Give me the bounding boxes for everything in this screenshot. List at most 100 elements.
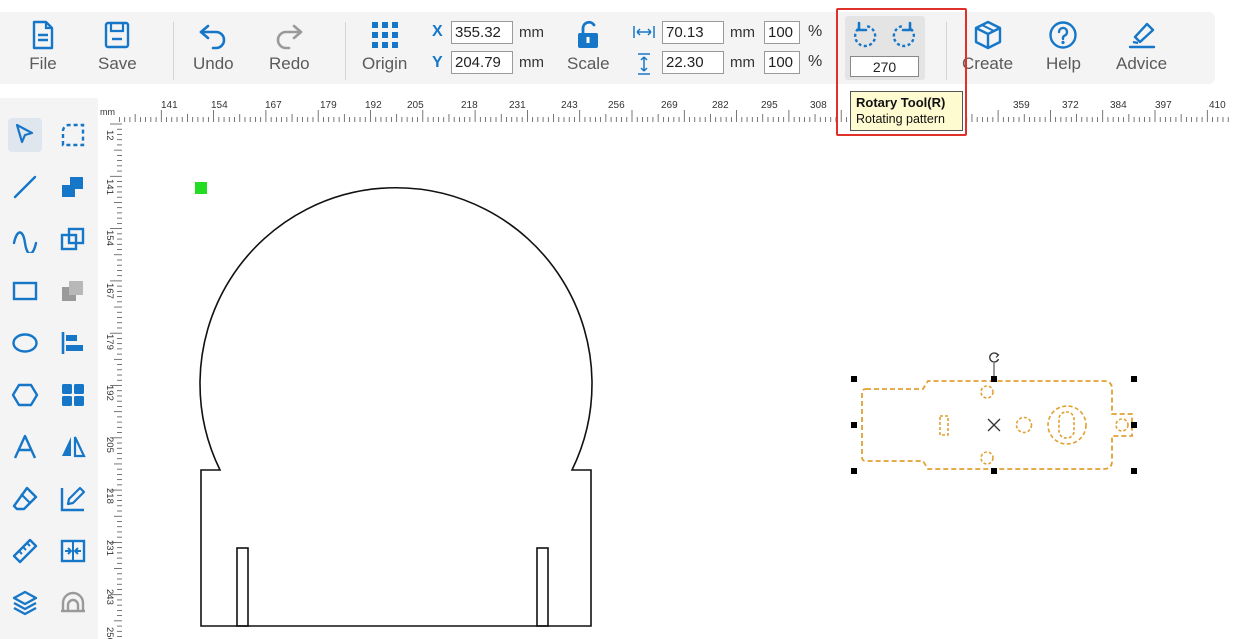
ruler-tick-label: 269 xyxy=(661,100,678,111)
width-percent-input[interactable] xyxy=(764,21,800,44)
origin-button[interactable]: Origin xyxy=(362,20,407,74)
dome-outline-shape[interactable] xyxy=(199,187,593,627)
origin-marker[interactable] xyxy=(195,182,207,194)
main-toolbar: File Save Undo Redo Origin X mm Y mm Sca… xyxy=(0,12,1215,84)
grid-array-icon xyxy=(62,384,84,406)
undo-button[interactable]: Undo xyxy=(193,20,234,74)
save-icon xyxy=(105,21,130,49)
redo-icon xyxy=(277,24,303,50)
measure-edit-tool[interactable] xyxy=(56,482,90,516)
redo-button[interactable]: Redo xyxy=(269,20,310,74)
y-unit-label: mm xyxy=(519,54,544,71)
ruler-tick-label: 154 xyxy=(104,230,115,246)
copy-tool[interactable] xyxy=(56,222,90,256)
width-input[interactable] xyxy=(662,21,724,44)
x-position-input[interactable] xyxy=(451,21,513,44)
ruler-tick-label: 397 xyxy=(1155,100,1172,111)
ruler-tick-label: 231 xyxy=(104,540,115,556)
ruler-tool[interactable] xyxy=(8,534,42,568)
ruler-tick-label: 154 xyxy=(211,100,228,111)
toolbar-divider xyxy=(173,22,174,80)
undo-label: Undo xyxy=(193,54,234,73)
mirror-triangles-icon xyxy=(62,436,86,458)
ruler-tick-label: 192 xyxy=(365,100,382,111)
ruler-tick-label: 372 xyxy=(1062,100,1079,111)
origin-label: Origin xyxy=(362,54,408,73)
subtract-squares-icon xyxy=(62,281,83,301)
origin-grid-icon xyxy=(371,22,398,48)
tool-palette xyxy=(0,98,98,639)
ellipse-icon xyxy=(12,333,38,353)
left-slot-shape[interactable] xyxy=(236,547,249,627)
x-unit-label: mm xyxy=(519,24,544,41)
scale-label: Scale xyxy=(567,54,610,73)
boolean-subtract-tool[interactable] xyxy=(56,274,90,308)
y-position-input[interactable] xyxy=(451,51,513,74)
file-button[interactable]: File xyxy=(28,20,58,74)
help-icon xyxy=(1049,21,1078,49)
file-icon xyxy=(32,20,54,50)
select-tool[interactable] xyxy=(8,118,42,152)
ruler-tick-label: 205 xyxy=(104,437,115,453)
height-percent-input[interactable] xyxy=(764,51,800,74)
node-edit-tool[interactable] xyxy=(56,118,90,152)
ruler-tick-label: 12 xyxy=(104,130,115,141)
polygon-tool[interactable] xyxy=(8,378,42,412)
ruler-tick-label: 167 xyxy=(265,100,282,111)
ruler-tick-label: 179 xyxy=(320,100,337,111)
hexagon-icon xyxy=(11,383,39,407)
ruler-tick-label: 410 xyxy=(1209,100,1226,111)
rotary-tool-tooltip: Rotary Tool(R) Rotating pattern xyxy=(850,91,963,131)
drawing-canvas[interactable] xyxy=(122,122,1240,639)
save-button[interactable]: Save xyxy=(98,20,137,74)
ruler-tick-label: 192 xyxy=(104,385,115,401)
ruler-tick-label: 308 xyxy=(810,100,827,111)
create-button[interactable]: Create xyxy=(962,20,1013,74)
scale-lock-button[interactable]: Scale xyxy=(567,20,610,74)
rotate-counterclockwise-icon[interactable] xyxy=(850,21,880,51)
text-tool[interactable] xyxy=(8,430,42,464)
advice-button[interactable]: Advice xyxy=(1116,20,1167,74)
pointer-arrow-icon xyxy=(15,123,34,144)
align-tool[interactable] xyxy=(56,326,90,360)
rotary-tool-panel xyxy=(845,16,925,80)
distribute-tool[interactable] xyxy=(56,534,90,568)
shape-library-tool[interactable] xyxy=(56,586,90,620)
save-label: Save xyxy=(98,54,137,73)
selected-board-shape[interactable] xyxy=(861,380,1133,470)
ellipse-tool[interactable] xyxy=(8,326,42,360)
rectangle-tool[interactable] xyxy=(8,274,42,308)
rotation-handle-icon[interactable] xyxy=(989,352,1000,363)
canvas-shapes xyxy=(195,182,1137,627)
array-tool[interactable] xyxy=(56,378,90,412)
layers-icon xyxy=(12,590,38,616)
selection-center-marker xyxy=(987,418,1001,432)
boolean-union-tool[interactable] xyxy=(56,170,90,204)
mirror-tool[interactable] xyxy=(56,430,90,464)
x-label: X xyxy=(432,23,443,40)
distribute-icon xyxy=(60,539,86,563)
redo-label: Redo xyxy=(269,54,310,73)
ruler-tick-label: 359 xyxy=(1013,100,1030,111)
ruler-tick-label: 218 xyxy=(461,100,478,111)
help-button[interactable]: Help xyxy=(1046,20,1081,74)
eraser-tool[interactable] xyxy=(8,482,42,516)
curve-tool[interactable] xyxy=(8,222,42,256)
curve-icon xyxy=(12,231,38,253)
line-tool[interactable] xyxy=(8,170,42,204)
ruler-tick-label: 243 xyxy=(561,100,578,111)
width-unit-label: mm xyxy=(730,24,755,41)
horizontal-ruler: 141 154 167 179 192 205 218 231 243 256 269 282 295 3… xyxy=(98,98,1240,122)
rotate-clockwise-icon[interactable] xyxy=(889,21,919,51)
advice-label: Advice xyxy=(1116,54,1168,73)
layers-tool[interactable] xyxy=(8,586,42,620)
ruler-tick-label: 295 xyxy=(761,100,778,111)
text-a-icon xyxy=(13,434,37,459)
toolbar-divider xyxy=(946,22,947,80)
width-arrows-icon xyxy=(633,26,655,38)
height-input[interactable] xyxy=(662,51,724,74)
height-arrows-icon xyxy=(638,53,650,75)
right-slot-shape[interactable] xyxy=(536,547,549,627)
rotation-angle-input[interactable] xyxy=(850,56,919,77)
ruler-tick-label: 205 xyxy=(407,100,424,111)
